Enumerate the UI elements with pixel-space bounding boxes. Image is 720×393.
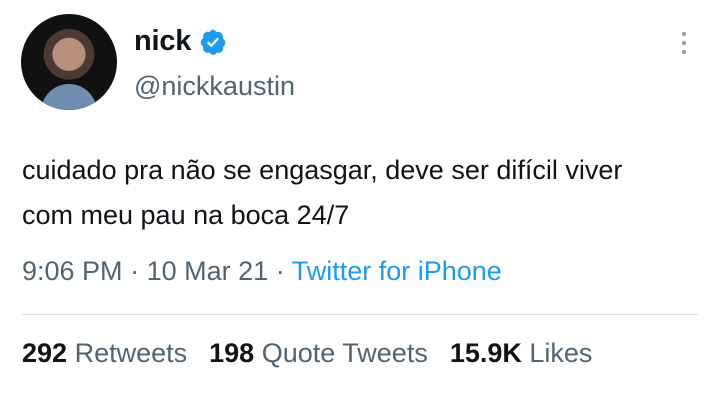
more-dot [682, 32, 686, 36]
more-dot [682, 50, 686, 54]
meta-separator: · [130, 256, 140, 286]
avatar[interactable] [21, 14, 117, 110]
retweets-stat[interactable]: 292 Retweets [22, 338, 187, 369]
meta-separator: · [275, 256, 285, 286]
more-vertical-icon[interactable] [680, 32, 688, 54]
likes-count: 15.9K [449, 338, 522, 368]
author-name-row: nick [134, 25, 227, 58]
quote-tweets-count: 198 [209, 338, 255, 368]
tweet-stats: 292 Retweets 198 Quote Tweets 15.9K Like… [22, 338, 592, 369]
tweet-date[interactable]: 10 Mar 21 [147, 256, 269, 286]
tweet-text-line: com meu pau na boca 24/7 [22, 200, 350, 230]
quote-tweets-stat[interactable]: 198 Quote Tweets [209, 338, 428, 369]
quote-tweets-label: Quote Tweets [261, 338, 428, 368]
tweet-text-line: cuidado pra não se engasgar, deve ser di… [22, 155, 623, 185]
retweets-count: 292 [22, 338, 68, 368]
author-handle[interactable]: @nickkaustin [134, 71, 295, 102]
likes-stat[interactable]: 15.9K Likes [450, 338, 593, 369]
more-dot [682, 41, 686, 45]
verified-badge-icon [200, 29, 226, 55]
likes-label: Likes [529, 338, 593, 368]
avatar-shirt [41, 84, 97, 110]
divider [22, 314, 698, 315]
tweet-time[interactable]: 9:06 PM [22, 256, 123, 286]
tweet-source-link[interactable]: Twitter for iPhone [292, 256, 502, 286]
tweet-text: cuidado pra não se engasgar, deve ser di… [22, 148, 712, 238]
tweet-meta: 9:06 PM · 10 Mar 21 · Twitter for iPhone [22, 256, 502, 287]
retweets-label: Retweets [74, 338, 188, 368]
author-display-name[interactable]: nick [134, 25, 191, 58]
